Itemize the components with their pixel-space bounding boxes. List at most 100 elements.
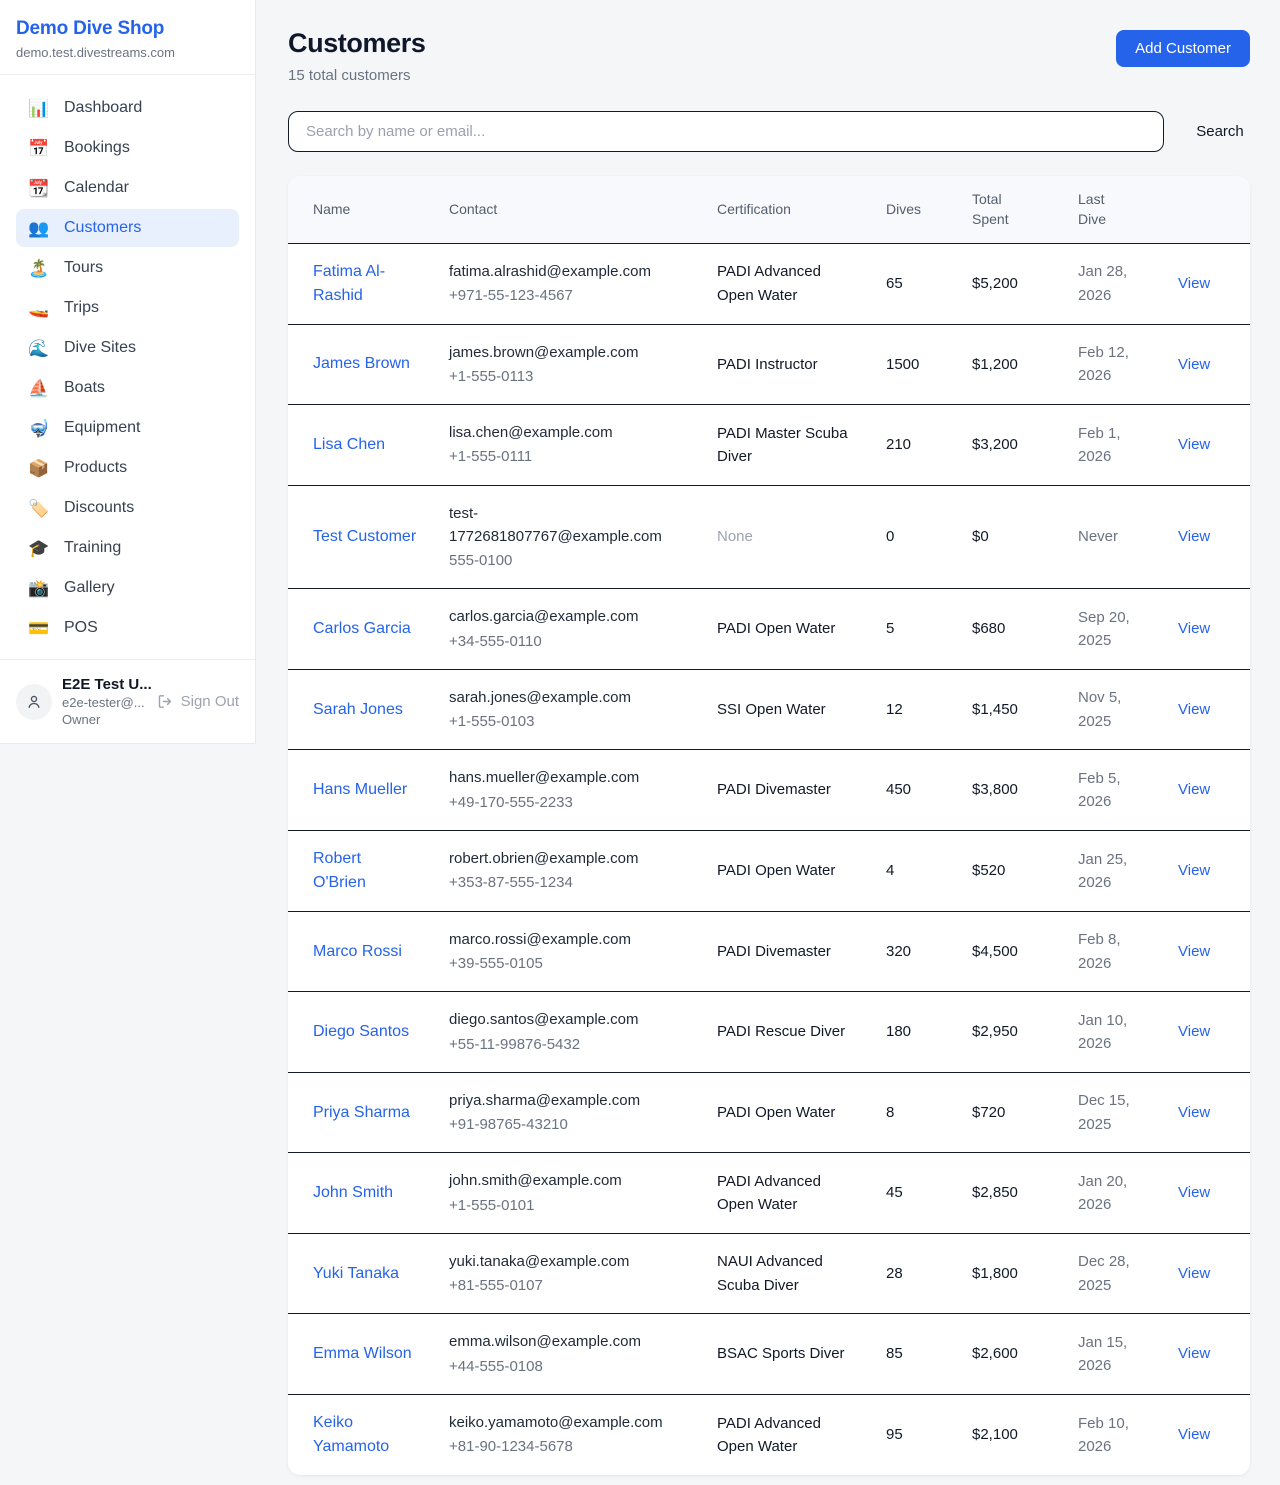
customer-total-spent: $0 <box>956 485 1062 589</box>
table-row: Yuki Tanaka yuki.tanaka@example.com+81-5… <box>288 1233 1250 1314</box>
view-link[interactable]: View <box>1178 1265 1210 1282</box>
sidebar-item-pos[interactable]: 💳POS <box>16 609 239 647</box>
customer-total-spent: $720 <box>956 1072 1062 1153</box>
view-link[interactable]: View <box>1178 1426 1210 1443</box>
customer-name-link[interactable]: Yuki Tanaka <box>313 1265 399 1282</box>
customer-dives: 1500 <box>870 324 956 405</box>
sidebar-item-customers[interactable]: 👥Customers <box>16 209 239 247</box>
view-link[interactable]: View <box>1178 781 1210 798</box>
sidebar-item-label: Calendar <box>64 179 129 197</box>
view-link[interactable]: View <box>1178 1104 1210 1121</box>
customer-name-link[interactable]: Fatima Al-Rashid <box>313 263 385 304</box>
sidebar-item-trips[interactable]: 🚤Trips <box>16 289 239 327</box>
customer-email: yuki.tanaka@example.com <box>449 1250 685 1273</box>
customer-name-link[interactable]: Sarah Jones <box>313 701 403 718</box>
table-row: Marco Rossi marco.rossi@example.com+39-5… <box>288 911 1250 992</box>
customer-name-link[interactable]: Keiko Yamamoto <box>313 1414 389 1455</box>
sidebar-item-label: Gallery <box>64 579 115 597</box>
search-button[interactable]: Search <box>1190 117 1250 146</box>
main-content: Customers 15 total customers Add Custome… <box>288 0 1250 1475</box>
view-link[interactable]: View <box>1178 1345 1210 1362</box>
customer-name-link[interactable]: Test Customer <box>313 528 416 545</box>
customer-total-spent: $680 <box>956 589 1062 670</box>
customer-certification: PADI Open Water <box>701 1072 870 1153</box>
customer-name-link[interactable]: Hans Mueller <box>313 781 407 798</box>
customers-table-card: Name Contact Certification Dives Total S… <box>288 176 1250 1475</box>
sidebar-item-tours[interactable]: 🏝️Tours <box>16 249 239 287</box>
view-link[interactable]: View <box>1178 943 1210 960</box>
customer-certification: BSAC Sports Diver <box>701 1314 870 1395</box>
customer-dives: 320 <box>870 911 956 992</box>
sidebar-item-products[interactable]: 📦 Products <box>16 449 239 487</box>
customer-name-link[interactable]: Marco Rossi <box>313 943 402 960</box>
calendar-icon: 📆 <box>28 180 50 197</box>
equipment-icon: 🤿 <box>28 420 50 437</box>
customer-certification: None <box>701 485 870 589</box>
view-link[interactable]: View <box>1178 862 1210 879</box>
view-link[interactable]: View <box>1178 701 1210 718</box>
customer-last-dive: Feb 1, 2026 <box>1062 405 1162 486</box>
sidebar-item-boats[interactable]: ⛵ Boats <box>16 369 239 407</box>
customer-certification: PADI Advanced Open Water <box>701 1153 870 1234</box>
customer-name-link[interactable]: Robert O'Brien <box>313 850 366 891</box>
customer-name-link[interactable]: Diego Santos <box>313 1023 409 1040</box>
view-link[interactable]: View <box>1178 436 1210 453</box>
view-link[interactable]: View <box>1178 528 1210 545</box>
customer-email: hans.mueller@example.com <box>449 766 685 789</box>
sidebar-item-gallery[interactable]: 📸Gallery <box>16 569 239 607</box>
add-customer-button[interactable]: Add Customer <box>1116 30 1250 67</box>
sidebar-item-label: Customers <box>64 219 141 237</box>
sidebar-item-label: Trips <box>64 299 99 317</box>
customer-last-dive: Sep 20, 2025 <box>1062 589 1162 670</box>
sidebar-item-label: Dashboard <box>64 99 142 117</box>
customer-name-link[interactable]: Lisa Chen <box>313 436 385 453</box>
customer-phone: +353-87-555-1234 <box>449 871 685 894</box>
customer-dives: 210 <box>870 405 956 486</box>
customer-dives: 8 <box>870 1072 956 1153</box>
products-icon: 📦 <box>28 460 50 477</box>
view-link[interactable]: View <box>1178 1023 1210 1040</box>
table-row: Hans Mueller hans.mueller@example.com+49… <box>288 750 1250 831</box>
customer-email: lisa.chen@example.com <box>449 421 685 444</box>
sidebar: Demo Dive Shop demo.test.divestreams.com… <box>0 0 256 744</box>
shop-title[interactable]: Demo Dive Shop <box>16 18 231 40</box>
view-link[interactable]: View <box>1178 620 1210 637</box>
customer-name-link[interactable]: Carlos Garcia <box>313 620 411 637</box>
boats-icon: ⛵ <box>28 380 50 397</box>
sidebar-item-label: Equipment <box>64 419 141 437</box>
customer-certification: PADI Advanced Open Water <box>701 1394 870 1475</box>
customer-name-link[interactable]: John Smith <box>313 1184 393 1201</box>
customer-phone: +1-555-0113 <box>449 365 685 388</box>
search-bar: Search <box>288 111 1250 152</box>
sidebar-item-dive-sites[interactable]: 🌊Dive Sites <box>16 329 239 367</box>
view-link[interactable]: View <box>1178 275 1210 292</box>
view-link[interactable]: View <box>1178 1184 1210 1201</box>
sidebar-item-equipment[interactable]: 🤿 Equipment <box>16 409 239 447</box>
view-link[interactable]: View <box>1178 356 1210 373</box>
pos-icon: 💳 <box>28 620 50 637</box>
sidebar-item-discounts[interactable]: 🏷️Discounts <box>16 489 239 527</box>
customer-total-spent: $1,200 <box>956 324 1062 405</box>
sidebar-item-dashboard[interactable]: 📊 Dashboard <box>16 89 239 127</box>
customer-last-dive: Jan 20, 2026 <box>1062 1153 1162 1234</box>
sidebar-item-calendar[interactable]: 📆 Calendar <box>16 169 239 207</box>
user-section: E2E Test U... e2e-tester@... Owner Sign … <box>0 659 255 743</box>
sign-out-button[interactable]: Sign Out <box>157 693 239 710</box>
sidebar-item-bookings[interactable]: 📅Bookings <box>16 129 239 167</box>
dashboard-icon: 📊 <box>28 100 50 117</box>
sidebar-item-training[interactable]: 🎓Training <box>16 529 239 567</box>
customer-name-link[interactable]: Priya Sharma <box>313 1104 410 1121</box>
customer-dives: 65 <box>870 243 956 324</box>
customer-certification: PADI Instructor <box>701 324 870 405</box>
customer-last-dive: Never <box>1062 485 1162 589</box>
training-icon: 🎓 <box>28 540 50 557</box>
sidebar-item-label: Boats <box>64 379 105 397</box>
customer-name-link[interactable]: Emma Wilson <box>313 1345 412 1362</box>
customer-dives: 4 <box>870 830 956 911</box>
customer-name-link[interactable]: James Brown <box>313 355 410 372</box>
sidebar-header: Demo Dive Shop demo.test.divestreams.com <box>0 0 255 75</box>
sidebar-item-label: Products <box>64 459 127 477</box>
search-input[interactable] <box>288 111 1164 152</box>
customer-last-dive: Jan 28, 2026 <box>1062 243 1162 324</box>
table-row: Test Customer test-1772681807767@example… <box>288 485 1250 589</box>
